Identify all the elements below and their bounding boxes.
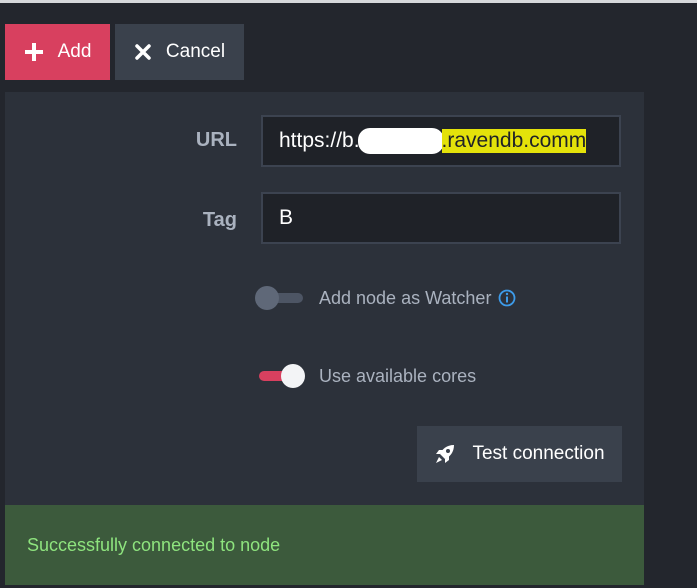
close-icon <box>134 43 152 61</box>
cancel-button[interactable]: Cancel <box>115 24 244 80</box>
success-text: Successfully connected to node <box>27 534 281 555</box>
cores-toggle[interactable] <box>255 364 305 388</box>
test-connection-label: Test connection <box>472 443 605 464</box>
window-top-edge <box>0 0 697 3</box>
watcher-label: Add node as Watcher <box>319 287 492 308</box>
rocket-icon <box>434 443 456 465</box>
add-button[interactable]: Add <box>5 24 110 80</box>
add-button-label: Add <box>57 41 92 62</box>
cores-label: Use available cores <box>319 365 477 386</box>
plus-icon <box>24 42 44 62</box>
url-input[interactable]: https://b. .ravendb.comm <box>261 115 621 167</box>
cores-row: Use available cores <box>255 364 476 388</box>
add-node-panel: URL https://b. .ravendb.comm Tag B Add no… <box>5 92 644 505</box>
watcher-toggle[interactable] <box>255 286 303 310</box>
watcher-toggle-knob <box>255 286 279 310</box>
url-value-prefix: https://b. <box>279 129 360 152</box>
tag-label: Tag <box>202 209 237 231</box>
redaction-mark <box>357 128 444 154</box>
tag-value: B <box>279 206 294 229</box>
url-value-suffix: .ravendb.comm <box>441 129 587 153</box>
cancel-button-label: Cancel <box>165 41 226 62</box>
tag-input[interactable]: B <box>261 192 621 244</box>
watcher-row: Add node as Watcher <box>255 286 516 310</box>
info-icon[interactable] <box>498 289 516 307</box>
success-message: Successfully connected to node <box>5 505 644 585</box>
cores-toggle-knob <box>281 364 305 388</box>
url-label: URL <box>195 129 237 151</box>
test-connection-button[interactable]: Test connection <box>417 426 622 482</box>
